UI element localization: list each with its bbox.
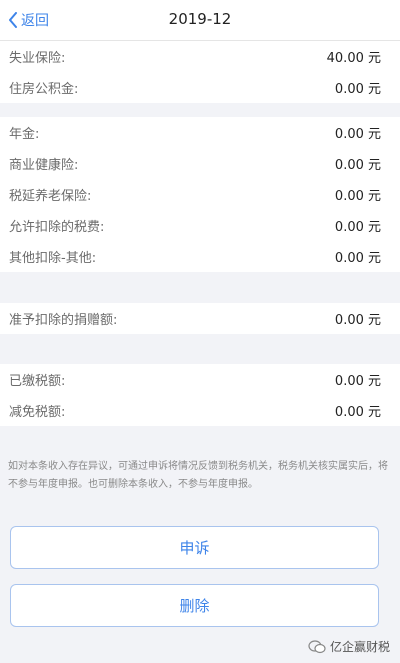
insurance-section: 失业保险: 40.00 元 住房公积金: 0.00 元 <box>0 41 400 103</box>
row-housing-fund: 住房公积金: 0.00 元 <box>0 72 400 103</box>
row-annuity: 年金: 0.00 元 <box>0 117 400 148</box>
row-value: 40.00 元 <box>326 51 381 66</box>
donation-section: 准予扣除的捐赠额: 0.00 元 <box>0 303 400 334</box>
tax-section: 已缴税额: 0.00 元 减免税额: 0.00 元 <box>0 364 400 426</box>
appeal-button[interactable]: 申诉 <box>10 526 379 569</box>
row-value: 0.00 元 <box>334 127 381 142</box>
row-value: 0.00 元 <box>334 220 381 235</box>
row-label: 减免税额: <box>9 405 66 420</box>
row-tax-paid: 已缴税额: 0.00 元 <box>0 364 400 395</box>
row-label: 失业保险: <box>9 51 66 66</box>
page-title: 2019-12 <box>168 10 232 28</box>
row-pension-insurance: 税延养老保险: 0.00 元 <box>0 179 400 210</box>
row-other-deduction: 其他扣除-其他: 0.00 元 <box>0 241 400 272</box>
delete-button[interactable]: 删除 <box>10 584 379 627</box>
row-label: 允许扣除的税费: <box>9 220 105 235</box>
row-value: 0.00 元 <box>334 158 381 173</box>
row-tax-relief: 减免税额: 0.00 元 <box>0 395 400 426</box>
row-label: 年金: <box>9 127 40 142</box>
row-value: 0.00 元 <box>334 405 381 420</box>
row-value: 0.00 元 <box>334 374 381 389</box>
nav-bar: 返回 2019-12 <box>0 0 400 41</box>
row-value: 0.00 元 <box>334 189 381 204</box>
row-label: 商业健康险: <box>9 158 79 173</box>
wechat-icon <box>308 639 326 653</box>
row-health-insurance: 商业健康险: 0.00 元 <box>0 148 400 179</box>
row-label: 已缴税额: <box>9 374 66 389</box>
row-label: 税延养老保险: <box>9 189 92 204</box>
row-unemployment-insurance: 失业保险: 40.00 元 <box>0 41 400 72</box>
row-value: 0.00 元 <box>334 82 381 97</box>
objection-note: 如对本条收入存在异议，可通过申诉将情况反馈到税务机关，税务机关核实属实后，将不参… <box>8 461 388 490</box>
other-deductions-section: 年金: 0.00 元 商业健康险: 0.00 元 税延养老保险: 0.00 元 … <box>0 117 400 272</box>
row-deductible-tax: 允许扣除的税费: 0.00 元 <box>0 210 400 241</box>
watermark: 亿企赢财税 <box>308 638 390 655</box>
row-label: 其他扣除-其他: <box>9 251 97 266</box>
watermark-text: 亿企赢财税 <box>329 640 390 654</box>
row-donation: 准予扣除的捐赠额: 0.00 元 <box>0 303 400 334</box>
row-label: 住房公积金: <box>9 82 79 97</box>
row-label: 准予扣除的捐赠额: <box>9 313 118 328</box>
row-value: 0.00 元 <box>334 313 381 328</box>
row-value: 0.00 元 <box>334 251 381 266</box>
